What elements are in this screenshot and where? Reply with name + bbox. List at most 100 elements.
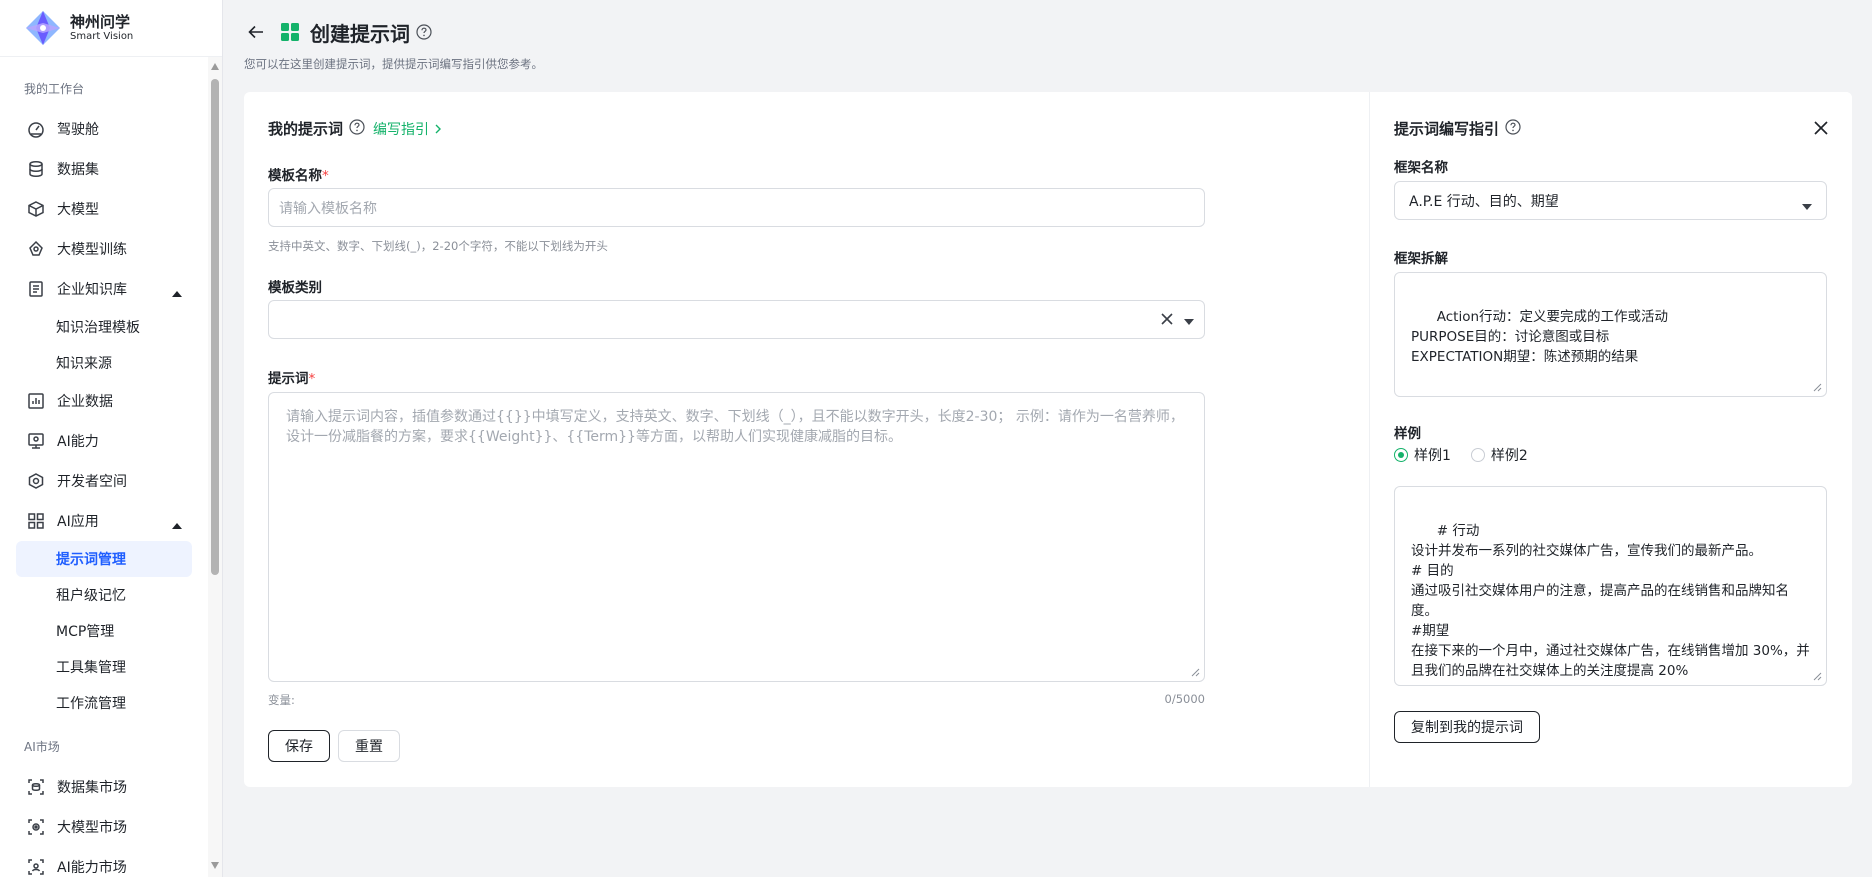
sidebar-item-label: 驾驶舱 — [57, 122, 99, 138]
sidebar-item-label: 数据集 — [57, 162, 99, 178]
sidebar-subitem-knowledge-template[interactable]: 知识治理模板 — [16, 309, 192, 345]
prompt-form: 我的提示词 编写指引 模板名称* 请输入模板名称 支持中英文、数字、下划线(_)… — [244, 92, 1369, 787]
prompt-app-icon — [280, 22, 300, 42]
example-radio-2[interactable]: 样例2 — [1470, 445, 1528, 465]
guide-title: 提示词编写指引 — [1394, 120, 1500, 138]
writing-guide-link[interactable]: 编写指引 — [373, 119, 443, 139]
sidebar-item-developer-space[interactable]: 开发者空间 — [0, 461, 208, 501]
scroll-thumb[interactable] — [211, 79, 219, 575]
scan-model-icon — [27, 818, 45, 836]
training-icon — [27, 240, 45, 258]
arrow-left-icon — [248, 25, 263, 39]
sidebar-subitem-mcp[interactable]: MCP管理 — [16, 613, 192, 649]
prompt-meta: 变量: 0/5000 — [268, 692, 1205, 708]
sidebar-item-label: AI能力 — [57, 434, 99, 450]
cube-icon — [27, 200, 45, 218]
developer-icon — [27, 472, 45, 490]
scroll-up-arrow-icon[interactable] — [211, 63, 219, 70]
chevron-right-icon — [435, 124, 442, 133]
sidebar-item-dataset[interactable]: 数据集 — [0, 149, 208, 189]
chevron-up-icon[interactable] — [172, 517, 182, 533]
resize-handle-icon — [1191, 668, 1200, 677]
knowledge-icon — [27, 280, 45, 298]
framework-label: 框架名称 — [1394, 160, 1448, 176]
prompt-textarea[interactable]: 请输入提示词内容，插值参数通过{{}}中填写定义，支持英文、数字、下划线（_），… — [268, 392, 1205, 682]
sidebar-item-dataset-market[interactable]: 数据集市场 — [0, 767, 208, 807]
sidebar-item-model[interactable]: 大模型 — [0, 189, 208, 229]
writing-guide-panel: 提示词编写指引 框架名称 A.P.E 行动、目的、期望 框架拆解 Action行… — [1369, 92, 1852, 787]
help-circle-icon[interactable] — [416, 24, 432, 40]
chart-icon — [27, 392, 45, 410]
app-logo[interactable]: 神州问学 Smart Vision — [0, 0, 222, 57]
help-circle-icon[interactable] — [1505, 118, 1521, 139]
section-market: AI市场 — [24, 740, 60, 754]
sidebar-item-label: 大模型市场 — [57, 820, 127, 836]
prompt-label: 提示词* — [268, 371, 316, 387]
sidebar-item-label: 企业知识库 — [57, 282, 127, 298]
help-circle-icon[interactable] — [349, 118, 365, 139]
variables-label: 变量: — [268, 693, 295, 707]
sidebar-item-label: 大模型训练 — [57, 242, 127, 258]
example-textarea[interactable]: # 行动 设计并发布一系列的社交媒体广告，宣传我们的最新产品。 # 目的 通过吸… — [1394, 486, 1827, 686]
logo-icon — [24, 9, 62, 47]
app-name-en: Smart Vision — [70, 31, 134, 43]
database-icon — [27, 160, 45, 178]
page-header: 创建提示词 您可以在这里创建提示词，提供提示词编写指引供您参考。 — [244, 18, 1852, 72]
grid-icon — [27, 512, 45, 530]
template-category-select[interactable] — [268, 300, 1205, 339]
sidebar-item-ai-ability[interactable]: AI能力 — [0, 421, 208, 461]
caret-down-icon[interactable] — [1184, 313, 1194, 329]
example-radio-1[interactable]: 样例1 — [1394, 445, 1451, 465]
sidebar-item-ai-ability-market[interactable]: AI能力市场 — [0, 847, 208, 877]
sidebar-item-enterprise-data[interactable]: 企业数据 — [0, 381, 208, 421]
sidebar-item-label: 大模型 — [57, 202, 99, 218]
sidebar-item-label: 企业数据 — [57, 394, 113, 410]
ai-ability-icon — [27, 432, 45, 450]
sidebar-item-ai-app[interactable]: AI应用 — [0, 501, 208, 541]
cockpit-icon — [27, 120, 45, 138]
sidebar-subitem-workflow[interactable]: 工作流管理 — [16, 685, 192, 721]
sidebar-item-knowledge-base[interactable]: 企业知识库 — [0, 269, 208, 309]
sidebar-scrollbar[interactable] — [208, 57, 222, 877]
sidebar-subitem-tenant-memory[interactable]: 租户级记忆 — [16, 577, 192, 613]
sidebar-item-model-market[interactable]: 大模型市场 — [0, 807, 208, 847]
name-hint: 支持中英文、数字、下划线(_)，2-20个字符，不能以下划线为开头 — [268, 239, 608, 253]
guide-link-label: 编写指引 — [373, 121, 430, 138]
example-label: 样例 — [1394, 426, 1421, 442]
copy-to-my-prompt-button[interactable]: 复制到我的提示词 — [1394, 711, 1540, 743]
sidebar-item-label: 开发者空间 — [57, 474, 127, 490]
radio-selected-icon — [1394, 448, 1408, 462]
char-count: 0/5000 — [1164, 692, 1205, 706]
breakdown-label: 框架拆解 — [1394, 251, 1448, 267]
example-radio-group: 样例1 样例2 — [1394, 445, 1528, 465]
sidebar-item-cockpit[interactable]: 驾驶舱 — [0, 109, 208, 149]
framework-breakdown-textarea[interactable]: Action行动：定义要完成的工作或活动 PURPOSE目的：讨论意图或目标 E… — [1394, 272, 1827, 397]
sidebar-item-label: AI应用 — [57, 514, 99, 530]
clear-icon[interactable] — [1160, 312, 1174, 330]
sidebar: 神州问学 Smart Vision 我的工作台 驾驶舱 数据集 大模型 大模型训… — [0, 0, 223, 877]
close-icon[interactable] — [1812, 119, 1830, 137]
sidebar-item-label: 数据集市场 — [57, 780, 127, 796]
resize-handle-icon — [1813, 383, 1822, 392]
chevron-up-icon[interactable] — [172, 285, 182, 301]
page-description: 您可以在这里创建提示词，提供提示词编写指引供您参考。 — [244, 57, 543, 71]
create-prompt-card: 我的提示词 编写指引 模板名称* 请输入模板名称 支持中英文、数字、下划线(_)… — [244, 92, 1852, 787]
template-name-input[interactable]: 请输入模板名称 — [268, 188, 1205, 227]
sidebar-subitem-knowledge-source[interactable]: 知识来源 — [16, 345, 192, 381]
sidebar-subitem-toolset[interactable]: 工具集管理 — [16, 649, 192, 685]
scan-ai-icon — [27, 858, 45, 876]
framework-select[interactable]: A.P.E 行动、目的、期望 — [1394, 181, 1827, 220]
reset-button[interactable]: 重置 — [338, 730, 400, 762]
app-name: 神州问学 — [70, 12, 131, 31]
resize-handle-icon — [1813, 672, 1822, 681]
scroll-down-arrow-icon[interactable] — [211, 862, 219, 869]
page-title: 创建提示词 — [310, 21, 410, 46]
sidebar-subitem-prompt-management[interactable]: 提示词管理 — [16, 541, 192, 577]
sidebar-item-model-training[interactable]: 大模型训练 — [0, 229, 208, 269]
sidebar-item-label: AI能力市场 — [57, 860, 127, 876]
save-button[interactable]: 保存 — [268, 730, 330, 762]
back-button[interactable] — [244, 20, 268, 44]
name-label: 模板名称* — [268, 168, 329, 184]
form-section-title: 我的提示词 — [268, 120, 344, 138]
section-workspace: 我的工作台 — [24, 82, 85, 96]
